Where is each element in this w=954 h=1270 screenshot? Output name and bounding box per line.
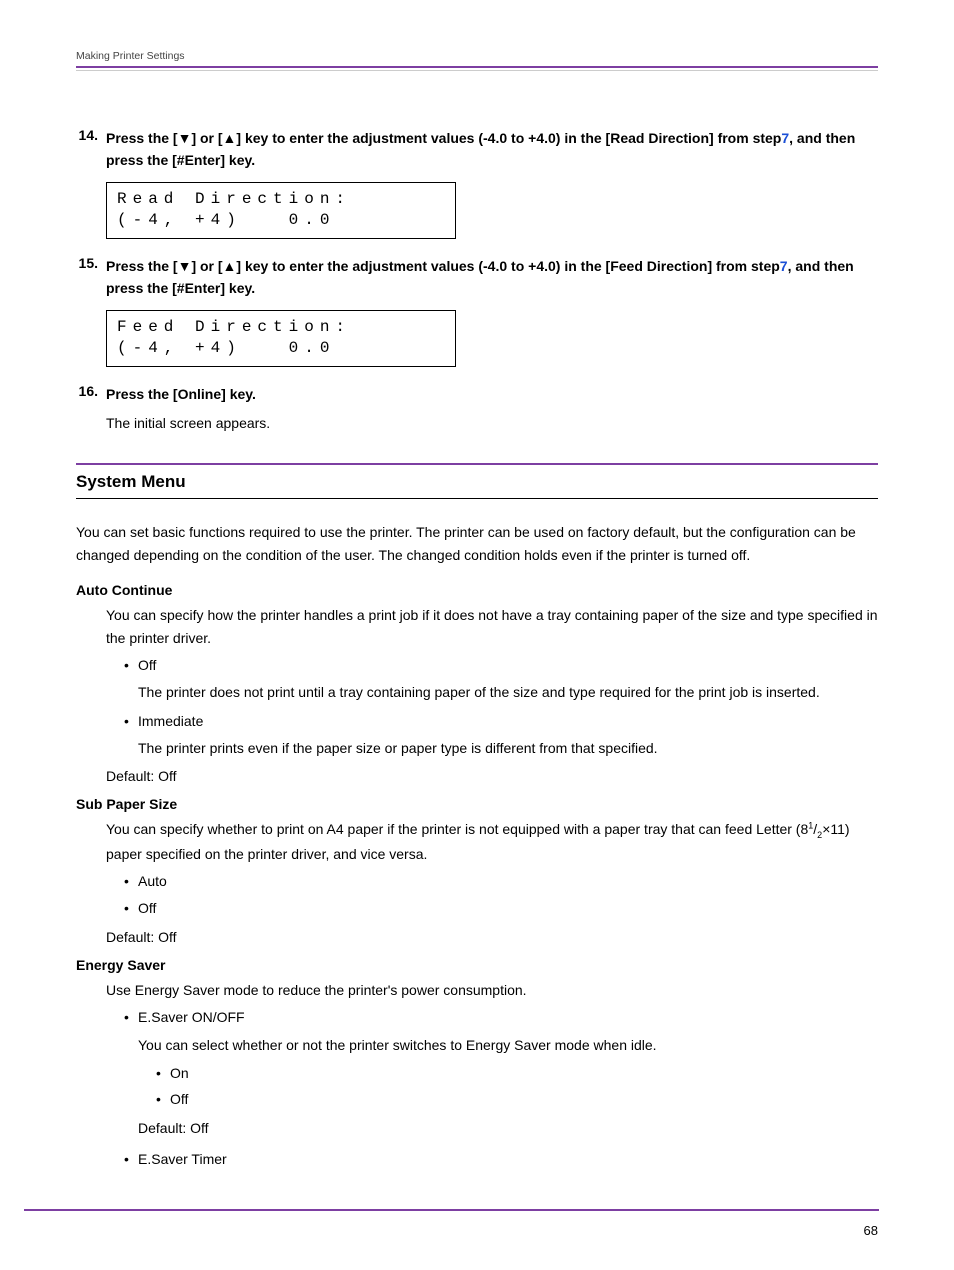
step-text: Press the [▼] or [▲] key to enter the ad… [106, 255, 878, 300]
lcd-display: Feed Direction: (-4, +4) 0.0 [106, 310, 456, 367]
bullet-icon: • [124, 870, 138, 893]
step-text-pre: Press the [▼] or [▲] key to enter the ad… [106, 130, 781, 146]
step-text-pre: Press the [▼] or [▲] key to enter the ad… [106, 258, 780, 274]
setting-energy-saver-body: Use Energy Saver mode to reduce the prin… [106, 979, 878, 1171]
step-number: 14. [76, 127, 106, 172]
setting-auto-continue-title: Auto Continue [76, 582, 878, 598]
section-title: System Menu [76, 472, 878, 492]
bullet-esaver-timer: • E.Saver Timer [124, 1148, 878, 1171]
step-link[interactable]: 7 [780, 258, 788, 274]
bullet-icon: • [124, 654, 138, 677]
step-number: 15. [76, 255, 106, 300]
page-number: 68 [864, 1223, 878, 1238]
step-text: Press the [▼] or [▲] key to enter the ad… [106, 127, 878, 172]
footer-divider [24, 1209, 879, 1212]
bullet-icon: • [156, 1062, 170, 1085]
setting-sub-paper-title: Sub Paper Size [76, 796, 878, 812]
bullet-icon: • [124, 1148, 138, 1171]
bullet-icon: • [124, 710, 138, 733]
bullet-off: • Off [124, 654, 878, 677]
bullet-label: Off [138, 654, 156, 677]
setting-description: You can specify how the printer handles … [106, 604, 878, 650]
step-subtext: The initial screen appears. [106, 415, 878, 431]
section-intro: You can set basic functions required to … [76, 521, 878, 566]
bullet-auto: • Auto [124, 870, 878, 893]
desc-pre: You can specify whether to print on A4 p… [106, 821, 808, 837]
bullet-label: Off [138, 897, 156, 920]
bullet-esaver-onoff: • E.Saver ON/OFF [124, 1006, 878, 1029]
bullet-off: • Off [124, 897, 878, 920]
setting-description: You can specify whether to print on A4 p… [106, 818, 878, 866]
default-value: Default: Off [106, 926, 878, 949]
nested-bullet-off: • Off [156, 1088, 878, 1111]
step-text: Press the [Online] key. [106, 383, 256, 405]
bullet-off-desc: The printer does not print until a tray … [138, 681, 878, 703]
setting-auto-continue-body: You can specify how the printer handles … [106, 604, 878, 788]
nested-bullet-on: • On [156, 1062, 878, 1085]
bullet-label: E.Saver Timer [138, 1148, 227, 1171]
bullet-label: Off [170, 1088, 188, 1111]
bullet-icon: • [124, 1006, 138, 1029]
lcd-line-1: Feed Direction: [117, 318, 351, 336]
step-14: 14. Press the [▼] or [▲] key to enter th… [76, 127, 878, 239]
lcd-line-2: (-4, +4) 0.0 [117, 339, 335, 357]
default-value: Default: Off [138, 1117, 878, 1140]
bullet-immediate: • Immediate [124, 710, 878, 733]
bullet-label: Auto [138, 870, 167, 893]
step-15: 15. Press the [▼] or [▲] key to enter th… [76, 255, 878, 367]
bullet-icon: • [124, 897, 138, 920]
section-heading: System Menu [76, 463, 878, 499]
lcd-display: Read Direction: (-4, +4) 0.0 [106, 182, 456, 239]
bullet-icon: • [156, 1088, 170, 1111]
step-link[interactable]: 7 [781, 130, 789, 146]
default-value: Default: Off [106, 765, 878, 788]
header-breadcrumb: Making Printer Settings [76, 50, 878, 66]
lcd-line-2: (-4, +4) 0.0 [117, 211, 335, 229]
step-16: 16. Press the [Online] key. The initial … [76, 383, 878, 431]
fraction-numerator: 1 [808, 821, 813, 831]
setting-sub-paper-body: You can specify whether to print on A4 p… [106, 818, 878, 949]
setting-energy-saver-title: Energy Saver [76, 957, 878, 973]
setting-description: Use Energy Saver mode to reduce the prin… [106, 979, 878, 1002]
step-number: 16. [76, 383, 106, 405]
bullet-label: E.Saver ON/OFF [138, 1006, 245, 1029]
bullet-immediate-desc: The printer prints even if the paper siz… [138, 737, 878, 759]
bullet-label: Immediate [138, 710, 203, 733]
lcd-line-1: Read Direction: [117, 190, 351, 208]
bullet-label: On [170, 1062, 189, 1085]
bullet-esaver-desc: You can select whether or not the printe… [138, 1034, 878, 1056]
header-divider [76, 66, 878, 71]
